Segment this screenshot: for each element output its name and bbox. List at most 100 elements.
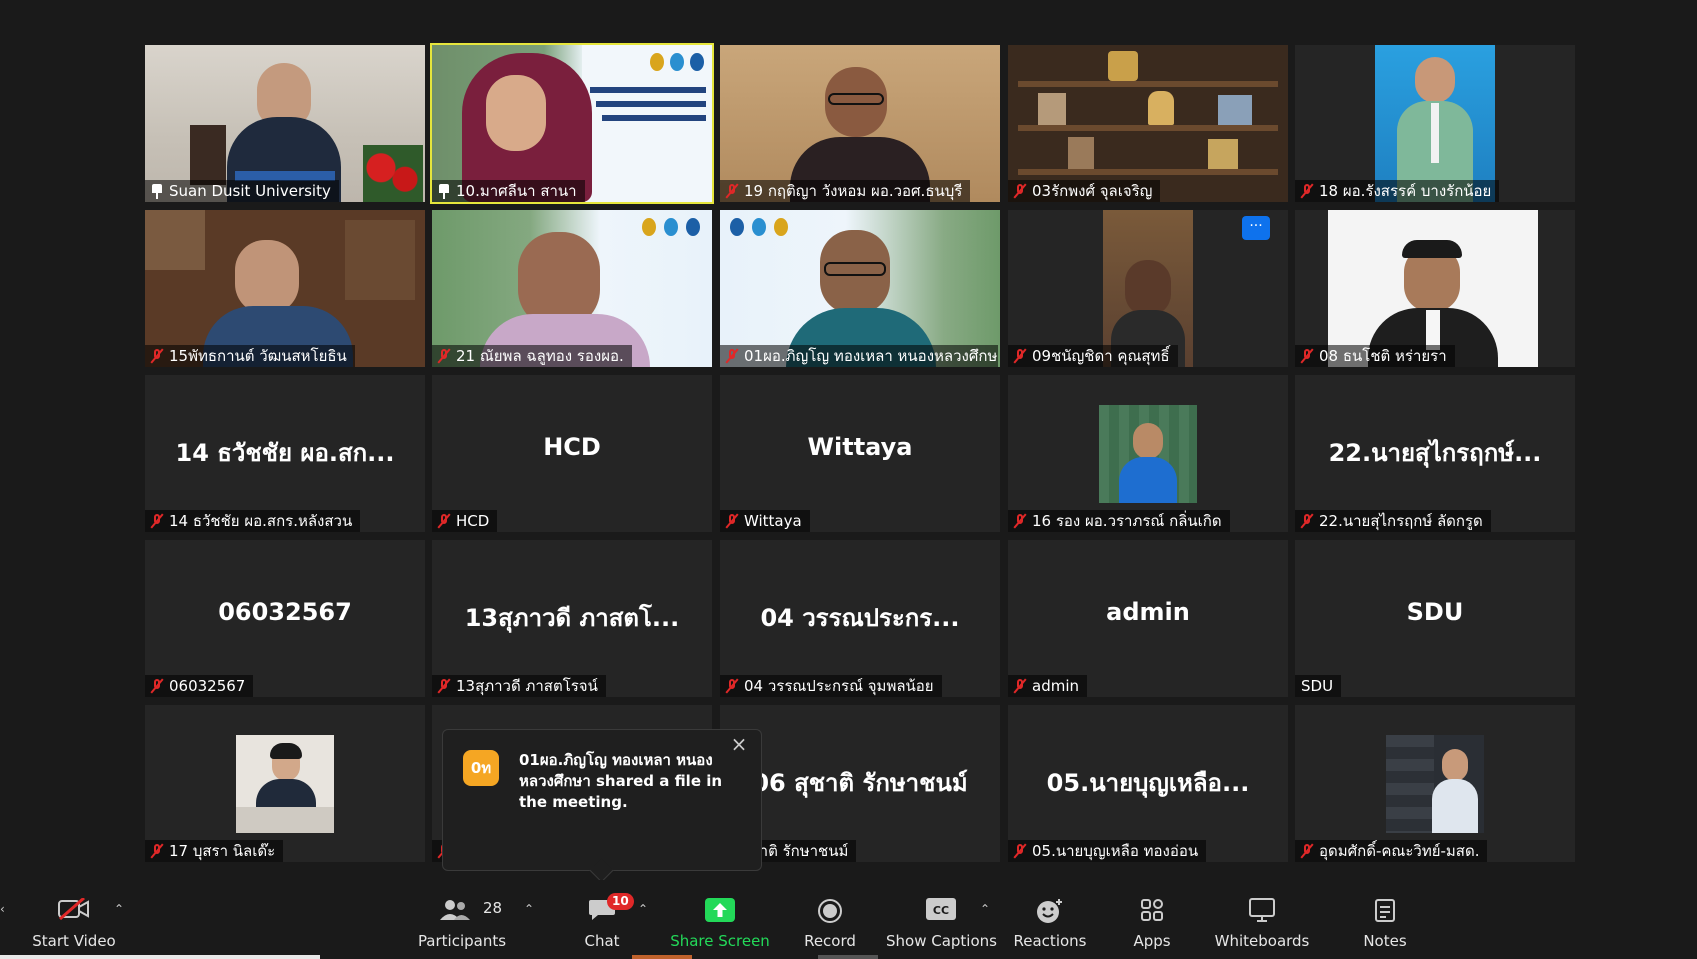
participant-video [432, 210, 712, 367]
participant-name-label: admin [1008, 675, 1087, 697]
more-options-button[interactable]: ··· [1242, 216, 1270, 240]
video-tile[interactable]: 14 ธวัชชัย ผอ.สก... 14 ธวัชชัย ผอ.สกร.หล… [145, 375, 425, 532]
whiteboards-button[interactable]: Whiteboards [1212, 880, 1312, 959]
participant-name-label: 01ผอ.ภิญโญ ทองเหลา หนองหลวงศึกษา [720, 345, 998, 367]
svg-text:CC: CC [933, 904, 949, 917]
notes-label: Notes [1363, 932, 1407, 950]
participant-name-label: 06032567 [145, 675, 254, 697]
share-screen-button[interactable]: Share Screen [670, 880, 770, 959]
video-tile[interactable]: 21 ณัยพล ฉลูทอง รองผอ. [432, 210, 712, 367]
participant-name-label: 04 วรรณประกรณ์ จุมพลน้อย [720, 675, 942, 697]
reactions-label: Reactions [1013, 932, 1087, 950]
reactions-button[interactable]: Reactions [1010, 880, 1090, 959]
participant-name: SDU [1301, 677, 1334, 695]
participant-video [1103, 210, 1193, 367]
notification-message: 01ผอ.ภิญโญ ทองเหลา หนองหลวงศึกษา shared … [519, 751, 723, 811]
participant-video [720, 45, 1000, 202]
apps-label: Apps [1133, 932, 1171, 950]
video-tile[interactable]: 13สุภาวดี ภาสตโ... 13สุภาวดี ภาสตโรจน์ [432, 540, 712, 697]
close-icon[interactable]: × [729, 734, 749, 754]
video-tile[interactable]: HCD HCD [432, 375, 712, 532]
record-label: Record [804, 932, 856, 950]
video-tile[interactable]: 15พัทธกานต์ วัฒนสหโยธิน [145, 210, 425, 367]
record-icon [817, 898, 843, 924]
participant-video [1375, 45, 1495, 202]
participant-video [145, 210, 425, 367]
video-tile[interactable]: 06 สุชาติ รักษาชนม์ 5 สุชาติ รักษาชนม์ [720, 705, 1000, 862]
chat-unread-badge: 10 [607, 893, 634, 910]
video-tile[interactable]: 04 วรรณประกร... 04 วรรณประกรณ์ จุมพลน้อย [720, 540, 1000, 697]
participant-display-name: 14 ธวัชชัย ผอ.สก... [175, 439, 395, 467]
participants-button[interactable]: 28 Participants [417, 880, 507, 959]
mic-muted-icon [726, 513, 738, 529]
video-tile[interactable]: 18 ผอ.รังสรรค์ บางรักน้อย [1295, 45, 1575, 202]
video-tile[interactable]: 19 กฤติญา วังหอม ผอ.วอศ.ธนบุรี [720, 45, 1000, 202]
mic-muted-icon [1014, 513, 1026, 529]
chat-label: Chat [584, 932, 620, 950]
video-tile[interactable]: Wittaya Wittaya [720, 375, 1000, 532]
participant-display-name: 13สุภาวดี ภาสตโ... [464, 604, 680, 632]
pin-icon [438, 183, 450, 199]
captions-icon: CC [926, 898, 956, 920]
video-tile[interactable]: อุดมศักดิ์-คณะวิทย์-มสด. [1295, 705, 1575, 862]
apps-icon [1140, 898, 1164, 922]
video-tile[interactable]: admin admin [1008, 540, 1288, 697]
participant-avatar [236, 735, 334, 833]
notes-button[interactable]: Notes [1345, 880, 1425, 959]
participant-name: HCD [456, 512, 490, 530]
mic-muted-icon [438, 513, 450, 529]
participant-video [1008, 45, 1288, 202]
caret-left-icon[interactable]: ‹ [0, 902, 5, 916]
mic-muted-icon [726, 678, 738, 694]
file-shared-notification[interactable]: 0ท 01ผอ.ภิญโญ ทองเหลา หนองหลวงศึกษา shar… [442, 729, 762, 883]
show-captions-button[interactable]: CC Show Captions [886, 880, 997, 959]
meeting-toolbar: ‹ Start Video ⌃ 28 Participants ⌃ 10 Cha… [0, 880, 1697, 959]
video-tile-active-speaker[interactable]: 10.มาศลีนา สานา [430, 43, 714, 204]
participant-name: 03รักพงศ์ จุลเจริญ [1032, 182, 1153, 200]
participant-avatar [1099, 405, 1197, 503]
chat-options-caret[interactable]: ⌃ [638, 902, 648, 916]
participant-name: 14 ธวัชชัย ผอ.สกร.หลังสวน [169, 512, 353, 530]
notes-icon [1375, 898, 1395, 922]
chat-button[interactable]: 10 Chat [565, 880, 639, 959]
whiteboards-label: Whiteboards [1214, 932, 1310, 950]
participants-options-caret[interactable]: ⌃ [524, 902, 534, 916]
reactions-icon [1036, 898, 1064, 924]
mic-muted-icon [1014, 678, 1026, 694]
participant-name: 22.นายสุไกรฤกษ์ ลัดกรูด [1319, 512, 1483, 530]
participant-name-label: 03รักพงศ์ จุลเจริญ [1008, 180, 1161, 202]
participant-video [1328, 210, 1538, 367]
video-tile[interactable]: 17 บุสรา นิลเด๊ะ [145, 705, 425, 862]
video-grid: Suan Dusit University 10.มาศลีนา สานา 19… [0, 0, 1697, 880]
video-tile[interactable]: 06032567 06032567 [145, 540, 425, 697]
participant-name: 19 กฤติญา วังหอม ผอ.วอศ.ธนบุรี [744, 182, 963, 200]
video-tile[interactable]: 08 ธนโชติ หร่ายรา [1295, 210, 1575, 367]
video-tile[interactable]: 16 รอง ผอ.วราภรณ์ กลิ่นเกิด [1008, 375, 1288, 532]
participant-display-name: admin [1106, 598, 1190, 626]
participant-name: อุดมศักดิ์-คณะวิทย์-มสด. [1319, 842, 1480, 860]
participant-name: 06032567 [169, 677, 246, 695]
mic-muted-icon [1301, 348, 1313, 364]
mic-muted-icon [1014, 843, 1026, 859]
video-tile[interactable]: Suan Dusit University [145, 45, 425, 202]
video-tile[interactable]: ··· 09ชนัญชิดา คุณสุทธิ์ [1008, 210, 1288, 367]
apps-button[interactable]: Apps [1112, 880, 1192, 959]
participant-name: 21 ณัยพล ฉลูทอง รองผอ. [456, 347, 624, 365]
video-tile[interactable]: 22.นายสุไกรฤกษ์... 22.นายสุไกรฤกษ์ ลัดกร… [1295, 375, 1575, 532]
participant-name-label: SDU [1295, 675, 1342, 697]
video-options-caret[interactable]: ⌃ [114, 902, 124, 916]
mic-muted-icon [151, 843, 163, 859]
captions-options-caret[interactable]: ⌃ [980, 902, 990, 916]
video-tile[interactable]: SDU SDU [1295, 540, 1575, 697]
share-screen-label: Share Screen [670, 932, 770, 950]
start-video-button[interactable]: Start Video [24, 880, 124, 959]
mic-muted-icon [726, 348, 738, 364]
record-button[interactable]: Record [790, 880, 870, 959]
video-off-icon [58, 896, 90, 921]
participant-name-label: Suan Dusit University [145, 180, 339, 202]
participant-name-label: HCD [432, 510, 498, 532]
participant-name-label: 21 ณัยพล ฉลูทอง รองผอ. [432, 345, 632, 367]
video-tile[interactable]: 05.นายบุญเหลือ... 05.นายบุญเหลือ ทองอ่อน [1008, 705, 1288, 862]
video-tile[interactable]: 03รักพงศ์ จุลเจริญ [1008, 45, 1288, 202]
video-tile[interactable]: 01ผอ.ภิญโญ ทองเหลา หนองหลวงศึกษา [720, 210, 1000, 367]
